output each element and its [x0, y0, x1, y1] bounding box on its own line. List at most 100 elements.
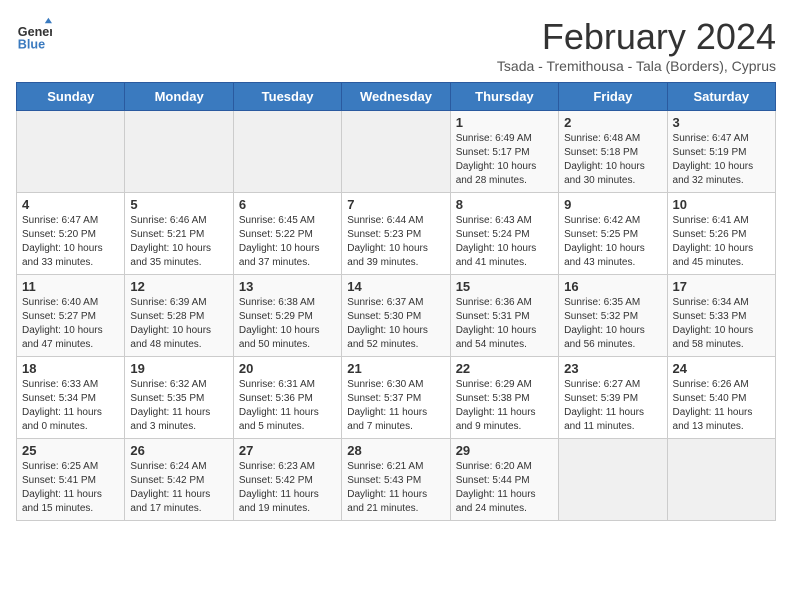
day-number: 5: [130, 197, 227, 212]
day-number: 21: [347, 361, 444, 376]
day-info: Sunrise: 6:47 AM Sunset: 5:19 PM Dayligh…: [673, 132, 770, 188]
day-number: 15: [456, 279, 553, 294]
calendar-cell: 28 Sunrise: 6:21 AM Sunset: 5:43 PM Dayli…: [342, 439, 450, 521]
day-number: 3: [673, 115, 770, 130]
day-number: 6: [239, 197, 336, 212]
day-info: Sunrise: 6:35 AM Sunset: 5:32 PM Dayligh…: [564, 296, 661, 352]
day-info: Sunrise: 6:36 AM Sunset: 5:31 PM Dayligh…: [456, 296, 553, 352]
calendar-cell: 6Sunrise: 6:45 AM Sunset: 5:22 PM Daylig…: [233, 193, 341, 275]
calendar-week-row: 4 Sunrise: 6:47 AM Sunset: 5:20 PM Daylig…: [17, 193, 776, 275]
day-number: 25: [22, 443, 119, 458]
day-info: Sunrise: 6:31 AM Sunset: 5:36 PM Dayligh…: [239, 378, 336, 434]
day-header-saturday: Saturday: [667, 83, 775, 111]
calendar-cell: 24 Sunrise: 6:26 AM Sunset: 5:40 PM Dayli…: [667, 357, 775, 439]
day-number: 8: [456, 197, 553, 212]
calendar-week-row: 11Sunrise: 6:40 AM Sunset: 5:27 PM Dayli…: [17, 275, 776, 357]
day-info: Sunrise: 6:20 AM Sunset: 5:44 PM Dayligh…: [456, 460, 553, 516]
logo-icon: General Blue: [16, 16, 52, 52]
calendar-cell: 29 Sunrise: 6:20 AM Sunset: 5:44 PM Dayli…: [450, 439, 558, 521]
day-number: 16: [564, 279, 661, 294]
calendar-cell: 1 Sunrise: 6:49 AM Sunset: 5:17 PM Daylig…: [450, 111, 558, 193]
day-info: Sunrise: 6:46 AM Sunset: 5:21 PM Dayligh…: [130, 214, 227, 270]
day-number: 2: [564, 115, 661, 130]
logo: General Blue: [16, 16, 52, 52]
calendar-cell: 14Sunrise: 6:37 AM Sunset: 5:30 PM Dayli…: [342, 275, 450, 357]
day-header-friday: Friday: [559, 83, 667, 111]
calendar-week-row: 18Sunrise: 6:33 AM Sunset: 5:34 PM Dayli…: [17, 357, 776, 439]
day-info: Sunrise: 6:41 AM Sunset: 5:26 PM Dayligh…: [673, 214, 770, 270]
calendar-cell: 8 Sunrise: 6:43 AM Sunset: 5:24 PM Daylig…: [450, 193, 558, 275]
calendar-cell: 12Sunrise: 6:39 AM Sunset: 5:28 PM Dayli…: [125, 275, 233, 357]
calendar-cell: [667, 439, 775, 521]
day-number: 28: [347, 443, 444, 458]
day-number: 29: [456, 443, 553, 458]
calendar-cell: 7 Sunrise: 6:44 AM Sunset: 5:23 PM Daylig…: [342, 193, 450, 275]
day-header-monday: Monday: [125, 83, 233, 111]
day-number: 27: [239, 443, 336, 458]
svg-text:Blue: Blue: [18, 37, 45, 51]
calendar-cell: 26 Sunrise: 6:24 AM Sunset: 5:42 PM Dayli…: [125, 439, 233, 521]
day-info: Sunrise: 6:21 AM Sunset: 5:43 PM Dayligh…: [347, 460, 444, 516]
day-info: Sunrise: 6:24 AM Sunset: 5:42 PM Dayligh…: [130, 460, 227, 516]
day-info: Sunrise: 6:44 AM Sunset: 5:23 PM Dayligh…: [347, 214, 444, 270]
day-number: 9: [564, 197, 661, 212]
day-info: Sunrise: 6:37 AM Sunset: 5:30 PM Dayligh…: [347, 296, 444, 352]
calendar-cell: 23 Sunrise: 6:27 AM Sunset: 5:39 PM Dayli…: [559, 357, 667, 439]
day-info: Sunrise: 6:48 AM Sunset: 5:18 PM Dayligh…: [564, 132, 661, 188]
day-info: Sunrise: 6:27 AM Sunset: 5:39 PM Dayligh…: [564, 378, 661, 434]
day-info: Sunrise: 6:32 AM Sunset: 5:35 PM Dayligh…: [130, 378, 227, 434]
page-header: General Blue February 2024 Tsada - Tremi…: [16, 16, 776, 74]
day-info: Sunrise: 6:29 AM Sunset: 5:38 PM Dayligh…: [456, 378, 553, 434]
calendar-cell: 17 Sunrise: 6:34 AM Sunset: 5:33 PM Dayli…: [667, 275, 775, 357]
day-header-sunday: Sunday: [17, 83, 125, 111]
calendar-cell: 3 Sunrise: 6:47 AM Sunset: 5:19 PM Daylig…: [667, 111, 775, 193]
calendar-cell: 22 Sunrise: 6:29 AM Sunset: 5:38 PM Dayli…: [450, 357, 558, 439]
calendar-cell: 27 Sunrise: 6:23 AM Sunset: 5:42 PM Dayli…: [233, 439, 341, 521]
day-info: Sunrise: 6:34 AM Sunset: 5:33 PM Dayligh…: [673, 296, 770, 352]
day-number: 1: [456, 115, 553, 130]
calendar-cell: 16 Sunrise: 6:35 AM Sunset: 5:32 PM Dayli…: [559, 275, 667, 357]
day-number: 10: [673, 197, 770, 212]
day-number: 23: [564, 361, 661, 376]
day-header-tuesday: Tuesday: [233, 83, 341, 111]
day-number: 18: [22, 361, 119, 376]
day-number: 24: [673, 361, 770, 376]
day-info: Sunrise: 6:30 AM Sunset: 5:37 PM Dayligh…: [347, 378, 444, 434]
day-info: Sunrise: 6:25 AM Sunset: 5:41 PM Dayligh…: [22, 460, 119, 516]
calendar-cell: 18Sunrise: 6:33 AM Sunset: 5:34 PM Dayli…: [17, 357, 125, 439]
calendar-table: SundayMondayTuesdayWednesdayThursdayFrid…: [16, 82, 776, 521]
calendar-cell: 2 Sunrise: 6:48 AM Sunset: 5:18 PM Daylig…: [559, 111, 667, 193]
calendar-cell: 5 Sunrise: 6:46 AM Sunset: 5:21 PM Daylig…: [125, 193, 233, 275]
day-header-thursday: Thursday: [450, 83, 558, 111]
day-info: Sunrise: 6:49 AM Sunset: 5:17 PM Dayligh…: [456, 132, 553, 188]
calendar-subtitle: Tsada - Tremithousa - Tala (Borders), Cy…: [497, 58, 776, 74]
day-info: Sunrise: 6:43 AM Sunset: 5:24 PM Dayligh…: [456, 214, 553, 270]
calendar-cell: [233, 111, 341, 193]
calendar-cell: 25 Sunrise: 6:25 AM Sunset: 5:41 PM Dayli…: [17, 439, 125, 521]
day-info: Sunrise: 6:23 AM Sunset: 5:42 PM Dayligh…: [239, 460, 336, 516]
calendar-cell: [125, 111, 233, 193]
calendar-cell: 4 Sunrise: 6:47 AM Sunset: 5:20 PM Daylig…: [17, 193, 125, 275]
calendar-cell: 20Sunrise: 6:31 AM Sunset: 5:36 PM Dayli…: [233, 357, 341, 439]
calendar-header-row: SundayMondayTuesdayWednesdayThursdayFrid…: [17, 83, 776, 111]
calendar-cell: 15 Sunrise: 6:36 AM Sunset: 5:31 PM Dayli…: [450, 275, 558, 357]
day-info: Sunrise: 6:47 AM Sunset: 5:20 PM Dayligh…: [22, 214, 119, 270]
day-info: Sunrise: 6:26 AM Sunset: 5:40 PM Dayligh…: [673, 378, 770, 434]
day-number: 11: [22, 279, 119, 294]
calendar-cell: 13 Sunrise: 6:38 AM Sunset: 5:29 PM Dayli…: [233, 275, 341, 357]
day-number: 7: [347, 197, 444, 212]
calendar-cell: 21 Sunrise: 6:30 AM Sunset: 5:37 PM Dayli…: [342, 357, 450, 439]
calendar-week-row: 1 Sunrise: 6:49 AM Sunset: 5:17 PM Daylig…: [17, 111, 776, 193]
day-info: Sunrise: 6:38 AM Sunset: 5:29 PM Dayligh…: [239, 296, 336, 352]
calendar-cell: [342, 111, 450, 193]
day-number: 22: [456, 361, 553, 376]
calendar-title: February 2024: [497, 16, 776, 58]
day-number: 26: [130, 443, 227, 458]
day-number: 17: [673, 279, 770, 294]
day-number: 4: [22, 197, 119, 212]
day-header-wednesday: Wednesday: [342, 83, 450, 111]
calendar-cell: [17, 111, 125, 193]
calendar-cell: 10 Sunrise: 6:41 AM Sunset: 5:26 PM Dayli…: [667, 193, 775, 275]
day-number: 13: [239, 279, 336, 294]
day-info: Sunrise: 6:42 AM Sunset: 5:25 PM Dayligh…: [564, 214, 661, 270]
